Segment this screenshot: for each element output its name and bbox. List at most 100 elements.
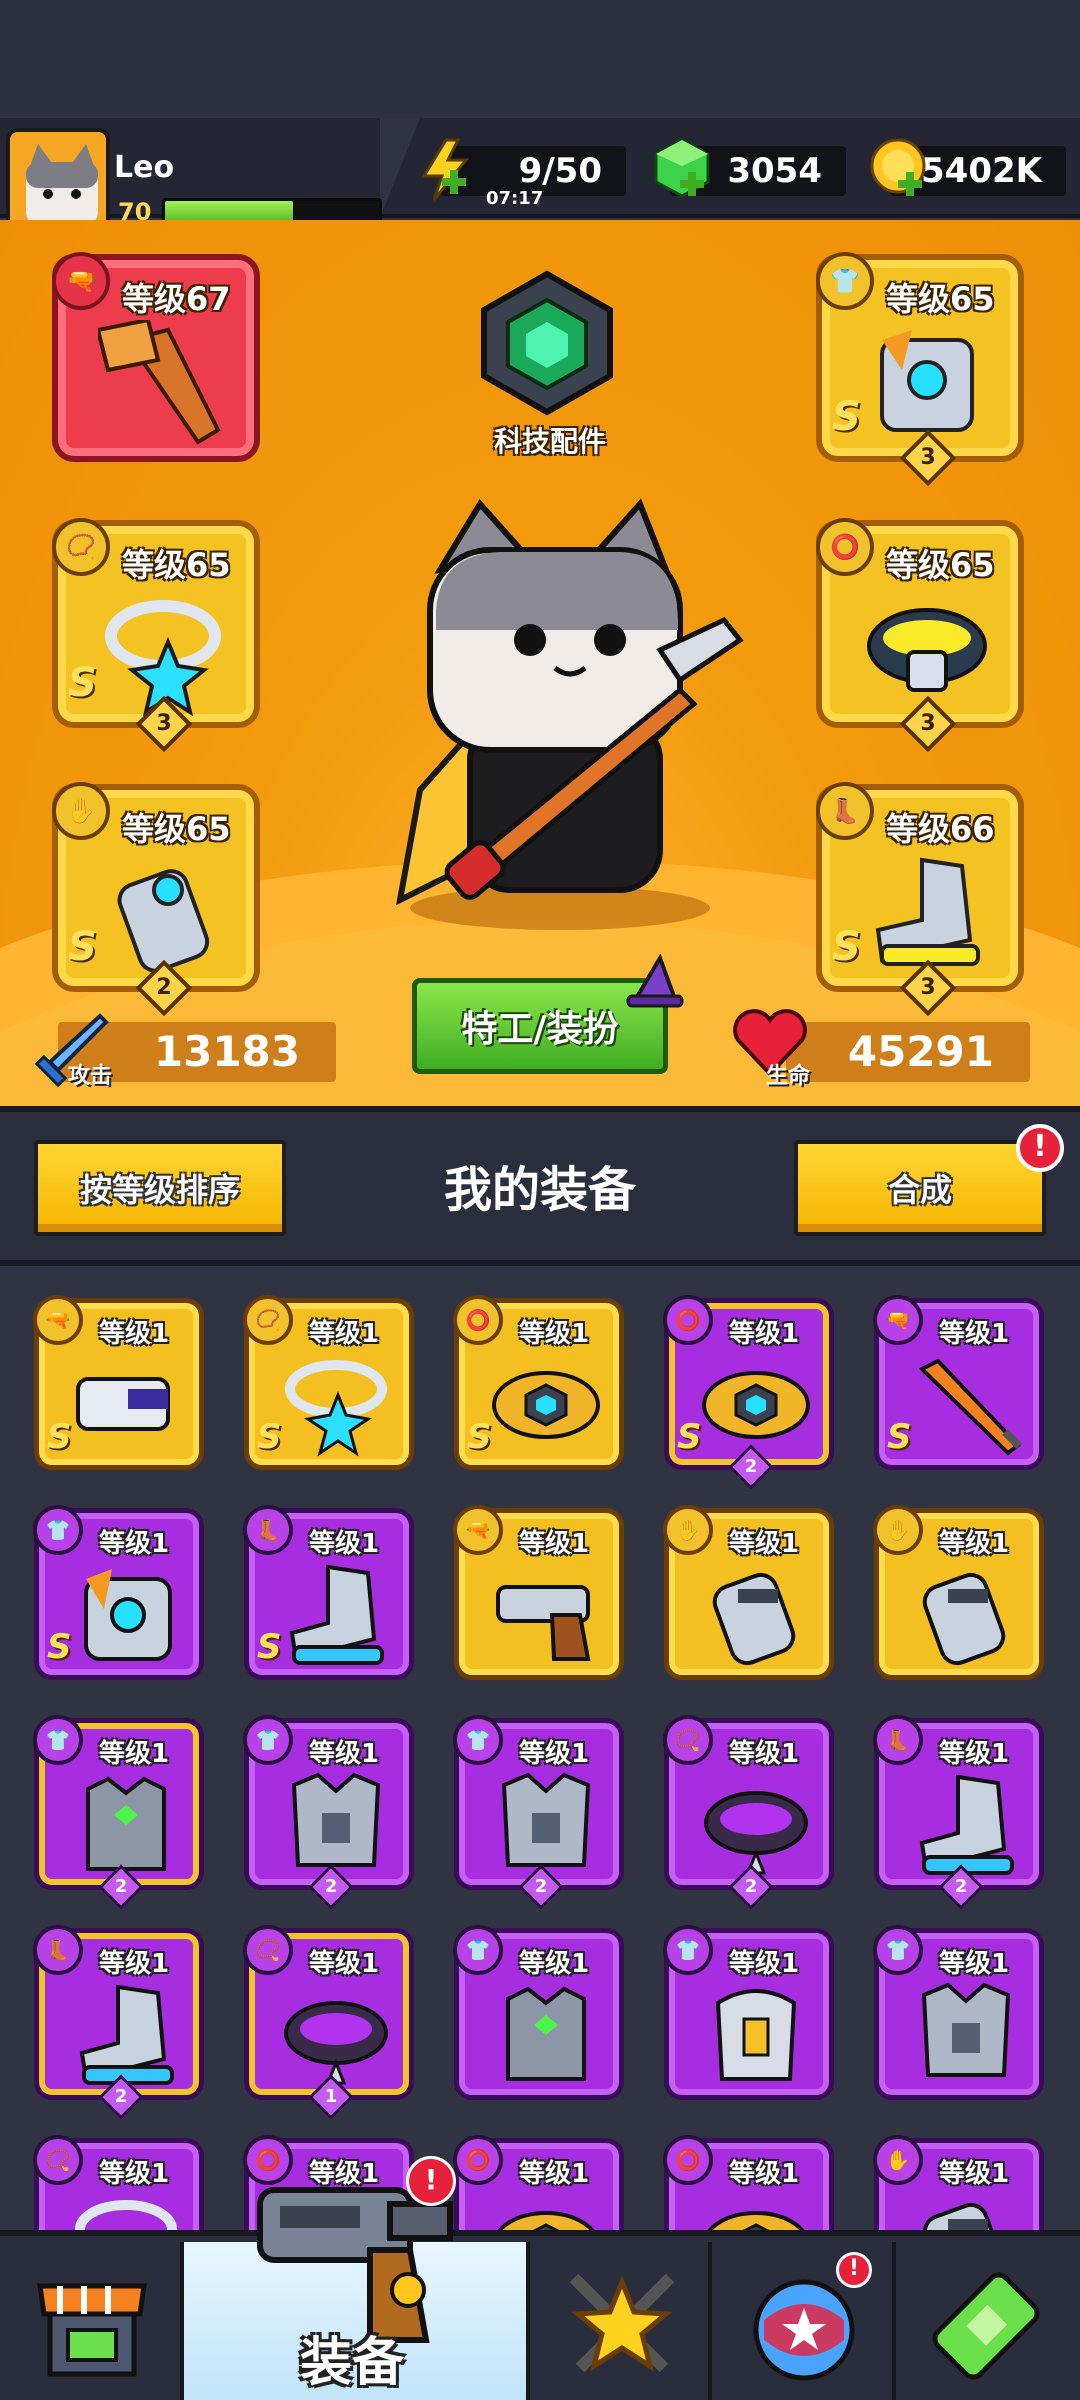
inventory-item[interactable]: 📿 等级1 — [33, 2135, 204, 2236]
player-avatar[interactable] — [6, 128, 110, 232]
glove-icon — [712, 1572, 796, 1666]
inventory-item[interactable]: 👕 等级1 S — [33, 1505, 204, 1680]
inventory-item[interactable]: ⭕ 等级1 S — [453, 1295, 624, 1470]
hero-slot-armor[interactable]: 👕 等级65 S 3 — [816, 252, 1024, 487]
boot-icon — [919, 1774, 1014, 1875]
inventory-title: 我的装备 — [443, 1162, 636, 1218]
sort-by-level-button[interactable]: 按等级排序 — [34, 1140, 286, 1236]
belt-icon — [702, 1371, 810, 1439]
belt-icon — [493, 2211, 599, 2236]
inventory-item[interactable]: 🔫 等级1 S — [33, 1295, 204, 1470]
item-level: 等级1 — [939, 1739, 1010, 1769]
world-alert-badge: ! — [836, 2252, 872, 2288]
item-grade: S — [47, 1417, 72, 1457]
glove-slot-icon: ✋ — [873, 2135, 923, 2185]
nav-lab[interactable] — [896, 2242, 1080, 2400]
hero-slot-boots[interactable]: 👢 等级66 S 3 — [816, 782, 1024, 1017]
glove-slot-icon: ✋ — [52, 782, 110, 840]
plate-icon — [921, 1982, 1011, 2077]
item-level: 等级1 — [99, 1949, 170, 1979]
inventory-item[interactable]: ⭕ 等级1 S 2 — [663, 1295, 834, 1490]
item-level: 等级1 — [939, 2159, 1010, 2189]
merge-alert-badge: ! — [1016, 1124, 1064, 1172]
nav-shop[interactable] — [0, 2242, 184, 2400]
item-level: 等级1 — [519, 2159, 590, 2189]
nav-battle[interactable] — [530, 2242, 712, 2400]
energy-timer: 07:17 — [486, 188, 544, 209]
inventory-item[interactable]: 👕 等级1 — [663, 1925, 834, 2100]
boot-icon — [289, 1564, 384, 1665]
belt-slot-icon: ⭕ — [453, 2135, 503, 2185]
inventory-item[interactable]: 👕 等级1 2 — [243, 1715, 414, 1910]
chest-slot-icon: 👕 — [663, 1925, 713, 1975]
player-name: Leo — [114, 150, 175, 185]
slot-level: 等级66 — [886, 810, 995, 848]
shop-icon — [37, 2283, 147, 2377]
nav-world[interactable]: ! — [712, 2242, 896, 2400]
inventory-item[interactable]: ⭕ 等级1 — [663, 2135, 834, 2236]
inventory-item[interactable]: 📿 等级1 1 — [243, 1925, 414, 2120]
attack-label: 攻击 — [68, 1064, 113, 1089]
inventory-item[interactable]: 👕 等级1 — [453, 1925, 624, 2100]
item-level: 等级1 — [729, 1529, 800, 1559]
vest-icon — [86, 1776, 166, 1871]
wizard-hat-icon — [626, 954, 684, 1008]
slot-level: 等级65 — [122, 810, 231, 848]
boot-slot-icon: 👢 — [33, 1925, 83, 1975]
belt-slot-icon: ⭕ — [816, 518, 874, 576]
lab-battery-icon — [932, 2272, 1040, 2380]
boot-icon — [79, 1984, 174, 2085]
hero-slot-belt[interactable]: ⭕ 等级65 3 — [816, 518, 1024, 753]
inventory-item[interactable]: ⭕ 等级1 — [453, 2135, 624, 2236]
item-level: 等级1 — [309, 1319, 380, 1349]
boot-slot-icon: 👢 — [873, 1715, 923, 1765]
hero-slot-glove[interactable]: ✋ 等级65 S 2 — [52, 782, 260, 1017]
slot-level: 等级65 — [122, 546, 231, 584]
inventory-item[interactable]: ✋ 等级1 — [873, 2135, 1044, 2236]
inventory-item[interactable]: 👢 等级1 2 — [873, 1715, 1044, 1910]
cat-hero-character[interactable] — [380, 490, 760, 930]
slot-grade: S — [832, 394, 861, 440]
necklace-slot-icon: 📿 — [52, 518, 110, 576]
merge-label: 合成 — [887, 1171, 952, 1209]
inventory-item[interactable]: ✋ 等级1 — [873, 1505, 1044, 1680]
inventory-item[interactable]: 👕 等级1 — [873, 1925, 1044, 2100]
nav-equipment-label: 装备 — [300, 2333, 405, 2393]
inventory-item[interactable]: 🔫 等级1 S — [873, 1295, 1044, 1470]
hero-slot-weapon[interactable]: 🔫 等级67 — [52, 252, 260, 462]
merge-button[interactable]: 合成 — [794, 1140, 1046, 1236]
cat-avatar-icon — [10, 132, 106, 228]
inventory-item[interactable]: 👕 等级1 2 — [33, 1715, 204, 1910]
collar-icon — [704, 1791, 808, 1875]
inventory-item[interactable]: 🔫 等级1 — [453, 1505, 624, 1680]
boot-slot-icon: 👢 — [243, 1505, 293, 1555]
glove-slot-icon: ✋ — [873, 1505, 923, 1555]
tech-part-hex-icon[interactable] — [474, 270, 620, 416]
sword-icon — [918, 1358, 1022, 1456]
hero-slot-necklace[interactable]: 📿 等级65 S 3 — [52, 518, 260, 753]
slot-grade: S — [832, 924, 861, 970]
boot-slot-icon: 👢 — [816, 782, 874, 840]
item-level: 等级1 — [99, 2159, 170, 2189]
gold-coin-icon — [870, 138, 926, 196]
inventory-item[interactable]: 📿 等级1 2 — [663, 1715, 834, 1910]
bat-weapon-icon — [98, 320, 221, 445]
revolver-slot-icon: 🔫 — [453, 1505, 503, 1555]
inventory-item[interactable]: 👢 等级1 S — [243, 1505, 414, 1680]
item-level: 等级1 — [939, 1949, 1010, 1979]
weapon-slot-icon: 🔫 — [52, 252, 110, 310]
item-grade: S — [677, 1417, 702, 1457]
battle-star-icon — [569, 2273, 675, 2373]
inventory-item[interactable]: 👢 等级1 2 — [33, 1925, 204, 2120]
inventory-grid: 🔫 等级1 S 📿 等级1 S ⭕ 等级1 S ⭕ 等级1 S 2 🔫 等级1 S 👕 等级1 S 👢 等级1 S 🔫 等级1… — [0, 1266, 1080, 2236]
collar-icon — [284, 2001, 388, 2085]
health-stat-box: 45291 — [786, 1022, 1030, 1082]
inventory-item[interactable]: 📿 等级1 S — [243, 1295, 414, 1470]
inventory-item[interactable]: ✋ 等级1 — [663, 1505, 834, 1680]
plate-icon — [291, 1772, 381, 1867]
vest-slot-icon: 👕 — [453, 1925, 503, 1975]
equipment-alert-badge: ! — [406, 2156, 456, 2206]
item-level: 等级1 — [519, 1739, 590, 1769]
inventory-item[interactable]: 👕 等级1 2 — [453, 1715, 624, 1910]
item-level: 等级1 — [729, 1739, 800, 1769]
